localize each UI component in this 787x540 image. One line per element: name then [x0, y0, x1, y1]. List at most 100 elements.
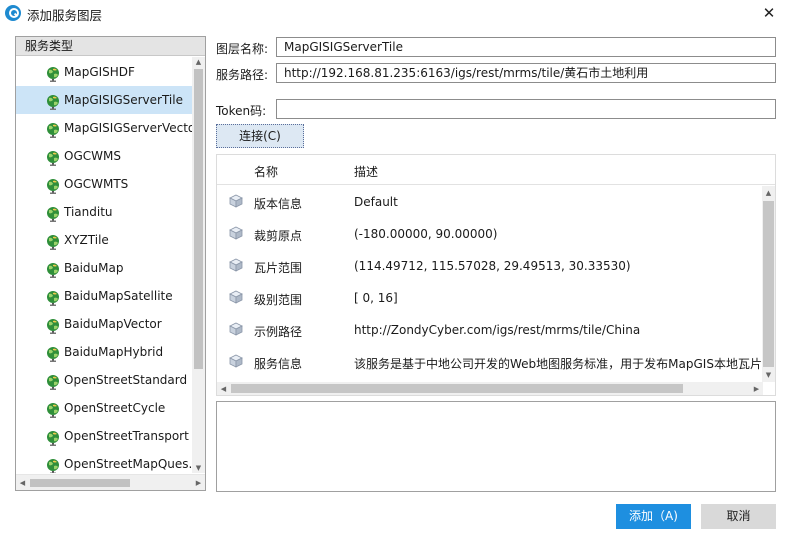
scrollbar-thumb[interactable] [231, 384, 683, 393]
globe-icon [45, 344, 61, 362]
title-bar: 添加服务图层 ✕ [0, 0, 787, 26]
globe-icon [45, 260, 61, 278]
properties-horizontal-scrollbar[interactable]: ◀ ▶ [217, 382, 763, 395]
service-type-item[interactable]: MapGISHDF [16, 58, 192, 86]
service-type-item[interactable]: OGCWMS [16, 142, 192, 170]
layer-name-label: 图层名称: [216, 42, 269, 56]
property-cube-icon [229, 194, 243, 208]
service-path-label: 服务路径: [216, 68, 269, 82]
globe-icon [45, 64, 61, 82]
service-type-header: 服务类型 [16, 37, 205, 56]
service-list-vertical-scrollbar[interactable]: ▲ ▼ [192, 57, 205, 473]
service-type-label: BaiduMapSatellite [64, 289, 173, 303]
property-description: http://ZondyCyber.com/igs/rest/mrms/tile… [354, 323, 641, 337]
globe-icon [45, 316, 61, 334]
scroll-down-icon[interactable]: ▼ [762, 370, 775, 380]
property-description: [ 0, 16] [354, 291, 398, 305]
property-description: Default [354, 195, 398, 209]
scroll-up-icon[interactable]: ▲ [192, 57, 205, 67]
service-path-input[interactable]: http://192.168.81.235:6163/igs/rest/mrms… [276, 63, 776, 83]
property-name: 级别范围 [254, 293, 303, 307]
service-type-item[interactable]: XYZTile [16, 226, 192, 254]
service-type-item[interactable]: MapGISIGServerVector [16, 114, 192, 142]
property-name: 服务信息 [254, 357, 303, 371]
globe-icon [45, 120, 61, 138]
service-type-list: MapGISHDF MapGISIGServerTile MapGISIGServe… [16, 58, 192, 473]
scroll-up-icon[interactable]: ▲ [762, 188, 775, 198]
token-label: Token码: [216, 104, 267, 118]
property-description: (-180.00000, 90.00000) [354, 227, 498, 241]
service-type-item[interactable]: OpenStreetMapQues... [16, 450, 192, 473]
scroll-right-icon[interactable]: ▶ [192, 478, 205, 488]
service-type-label: MapGISIGServerVector [64, 121, 192, 135]
properties-vertical-scrollbar[interactable]: ▲ ▼ [762, 186, 775, 382]
service-type-panel: 服务类型 MapGISHDF MapGISIGServerTile MapGISIG… [15, 36, 206, 491]
service-type-label: OpenStreetStandard [64, 373, 188, 387]
service-type-label: OGCWMS [64, 149, 121, 163]
table-row[interactable]: 示例路径 http://ZondyCyber.com/igs/rest/mrms/… [217, 314, 763, 346]
table-row[interactable]: 版本信息 Default [217, 186, 763, 218]
column-header-name[interactable]: 名称 [254, 163, 278, 180]
service-type-label: OpenStreetMapQues... [64, 457, 192, 471]
cancel-button[interactable]: 取消 [701, 504, 776, 529]
scrollbar-thumb[interactable] [763, 201, 774, 367]
globe-icon [45, 428, 61, 446]
property-name: 裁剪原点 [254, 229, 303, 243]
table-row[interactable]: 瓦片范围 (114.49712, 115.57028, 29.49513, 30.… [217, 250, 763, 282]
table-header: 名称 描述 [217, 155, 775, 185]
app-logo-icon [5, 5, 21, 21]
service-type-item[interactable]: MapGISIGServerTile [16, 86, 192, 114]
service-type-item[interactable]: OpenStreetStandard [16, 366, 192, 394]
service-type-label: XYZTile [64, 233, 109, 247]
add-button[interactable]: 添加（A) [616, 504, 691, 529]
table-row[interactable]: 服务信息 该服务是基于中地公司开发的Web地图服务标准，用于发布MapGIS本地瓦… [217, 346, 774, 378]
service-properties-table: 名称 描述 版本信息 Default 裁剪原点 (-180.00000, 90.000… [216, 154, 776, 396]
scroll-right-icon[interactable]: ▶ [750, 384, 763, 394]
property-cube-icon [229, 226, 243, 240]
window-title: 添加服务图层 [27, 8, 103, 23]
layer-name-input[interactable]: MapGISIGServerTile [276, 37, 776, 57]
globe-icon [45, 148, 61, 166]
close-button[interactable]: ✕ [759, 3, 779, 23]
service-type-label: MapGISIGServerTile [64, 93, 183, 107]
property-cube-icon [229, 322, 243, 336]
service-type-item[interactable]: Tianditu [16, 198, 192, 226]
table-row[interactable]: 裁剪原点 (-180.00000, 90.00000) [217, 218, 763, 250]
column-header-description[interactable]: 描述 [354, 163, 378, 180]
property-cube-icon [229, 290, 243, 304]
service-type-label: BaiduMap [64, 261, 124, 275]
globe-icon [45, 288, 61, 306]
globe-icon [45, 92, 61, 110]
service-type-label: OpenStreetTransport [64, 429, 189, 443]
globe-icon [45, 456, 61, 473]
token-input[interactable] [276, 99, 776, 119]
service-type-item[interactable]: BaiduMapHybrid [16, 338, 192, 366]
property-name: 版本信息 [254, 197, 303, 211]
service-type-item[interactable]: BaiduMapVector [16, 310, 192, 338]
property-description: (114.49712, 115.57028, 29.49513, 30.3353… [354, 259, 631, 273]
service-type-item[interactable]: BaiduMap [16, 254, 192, 282]
service-type-label: OpenStreetCycle [64, 401, 166, 415]
scrollbar-thumb[interactable] [194, 69, 203, 369]
description-text-area[interactable] [216, 401, 776, 492]
service-type-item[interactable]: OGCWMTS [16, 170, 192, 198]
service-type-label: Tianditu [64, 205, 113, 219]
service-type-label: BaiduMapVector [64, 317, 162, 331]
service-type-item[interactable]: BaiduMapSatellite [16, 282, 192, 310]
globe-icon [45, 232, 61, 250]
scroll-left-icon[interactable]: ◀ [217, 384, 230, 394]
service-list-horizontal-scrollbar[interactable]: ◀ ▶ [16, 474, 205, 490]
service-type-item[interactable]: OpenStreetTransport [16, 422, 192, 450]
property-cube-icon [229, 354, 243, 368]
scroll-down-icon[interactable]: ▼ [192, 463, 205, 473]
connect-button[interactable]: 连接(C) [216, 124, 304, 148]
scroll-left-icon[interactable]: ◀ [16, 478, 29, 488]
service-type-label: MapGISHDF [64, 65, 135, 79]
scrollbar-thumb[interactable] [30, 479, 130, 487]
globe-icon [45, 176, 61, 194]
globe-icon [45, 372, 61, 390]
service-type-label: BaiduMapHybrid [64, 345, 164, 359]
service-type-item[interactable]: OpenStreetCycle [16, 394, 192, 422]
table-row[interactable]: 级别范围 [ 0, 16] [217, 282, 763, 314]
service-type-label: OGCWMTS [64, 177, 129, 191]
